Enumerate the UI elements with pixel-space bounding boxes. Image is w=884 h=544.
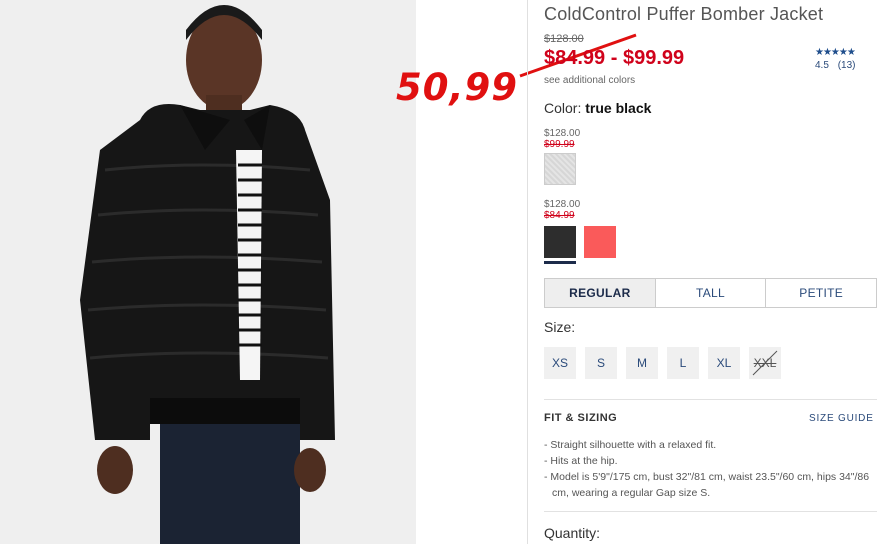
- unavailable-slash-icon: [752, 350, 778, 376]
- swatch-true-black[interactable]: [544, 226, 576, 258]
- size-xs-button[interactable]: XS: [544, 347, 576, 379]
- list-item: Straight silhouette with a relaxed fit.: [544, 437, 874, 453]
- swatch-coral[interactable]: [584, 226, 616, 258]
- size-options: XS S M L XL XXL: [544, 347, 781, 379]
- fit-sizing-heading: FIT & SIZING: [544, 412, 618, 424]
- list-item: Hits at the hip.: [544, 453, 874, 469]
- fit-tabs: REGULAR TALL PETITE: [544, 278, 877, 308]
- list-item: Model is 5'9"/175 cm, bust 32"/81 cm, wa…: [544, 469, 874, 501]
- product-rating[interactable]: ★★★★★ 4.5 (13): [815, 47, 861, 71]
- size-guide-link[interactable]: SIZE GUIDE: [809, 413, 874, 424]
- tab-petite[interactable]: PETITE: [766, 279, 876, 307]
- star-rating-icon: ★★★★★: [815, 47, 856, 58]
- swatch-group-price: $128.00 $84.99: [544, 199, 581, 221]
- size-l-button[interactable]: L: [667, 347, 699, 379]
- swatch-group-price: $128.00 $99.99: [544, 128, 581, 150]
- annotation-price: 50,99: [396, 66, 519, 109]
- see-additional-colors-link[interactable]: see additional colors: [544, 75, 635, 86]
- sale-price: $84.99 - $99.99: [544, 47, 685, 69]
- rating-score: 4.5: [815, 60, 829, 71]
- fit-sizing-list: Straight silhouette with a relaxed fit. …: [544, 437, 874, 501]
- size-xxl-button[interactable]: XXL: [749, 347, 781, 379]
- product-title: ColdControl Puffer Bomber Jacket: [544, 4, 824, 24]
- selected-swatch-indicator: [544, 261, 576, 264]
- swatch-heather-grey[interactable]: [544, 153, 576, 185]
- quantity-label: Quantity:: [544, 525, 601, 541]
- product-details-panel: ColdControl Puffer Bomber Jacket $128.00…: [527, 0, 884, 544]
- product-image[interactable]: [0, 0, 416, 544]
- color-label: Color: true black: [544, 100, 652, 116]
- original-price: $128.00: [544, 33, 584, 45]
- tab-regular[interactable]: REGULAR: [545, 279, 656, 307]
- review-count[interactable]: (13): [838, 60, 856, 71]
- size-m-button[interactable]: M: [626, 347, 658, 379]
- size-xl-button[interactable]: XL: [708, 347, 740, 379]
- divider: [544, 511, 877, 512]
- selected-color-name: true black: [585, 100, 652, 116]
- tab-tall[interactable]: TALL: [656, 279, 767, 307]
- size-label: Size:: [544, 319, 576, 335]
- size-s-button[interactable]: S: [585, 347, 617, 379]
- divider: [544, 399, 877, 400]
